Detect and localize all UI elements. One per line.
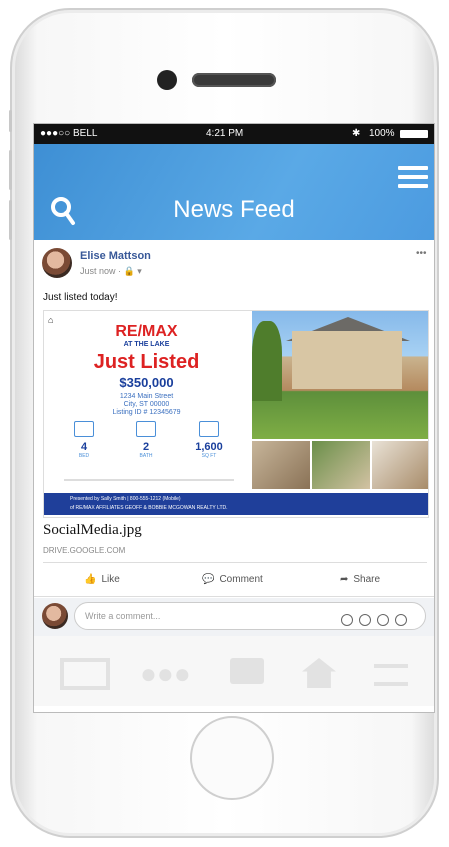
fine-print [64,479,234,481]
avatar [42,603,68,629]
feature-bed: 4 BED [59,421,109,459]
divider [43,562,427,563]
house-photo [252,311,428,439]
post-meta: Just now · 🔒 ▾ [80,266,142,276]
brand-logo: RE/MAX [115,323,178,340]
listing-headline: Just Listed [93,351,200,373]
listing-address-line2: City, ST 00000 [123,401,170,408]
patio-photo [312,441,370,489]
post-text: Just listed today! [43,292,118,303]
bluetooth-icon: ✱ [352,128,361,139]
status-bar: ●●●○○ BELL 4:21 PM ✱ 100% [34,124,434,144]
comment-input[interactable]: Write a comment... [74,602,426,630]
home-button[interactable] [190,716,274,800]
brand-subtitle: AT THE LAKE [123,341,170,348]
attachment-filename[interactable]: SocialMedia.jpg [43,522,142,539]
mute-switch [9,110,12,132]
messages-icon[interactable] [230,658,264,684]
camera-icon[interactable] [359,614,371,626]
like-button[interactable]: 👍 Like [84,574,120,585]
phone-screen: ●●●○○ BELL 4:21 PM ✱ 100% News Feed Elis… [33,123,435,713]
bottom-nav: ●●● [34,636,434,706]
attachment-domain: DRIVE.GOOGLE.COM [43,546,126,555]
bed-icon [74,421,94,437]
hamburger-menu-icon[interactable] [398,166,428,188]
earpiece-speaker [192,73,276,87]
page-title: News Feed [173,196,295,223]
more-menu-icon[interactable] [374,664,408,686]
share-button[interactable]: ➦ Share [340,574,380,585]
clock: 4:21 PM [206,128,244,139]
floorplan-icon [199,421,219,437]
feature-bath: 2 BATH [121,421,171,459]
newsfeed-icon[interactable] [60,658,110,690]
front-camera [157,70,177,90]
avatar[interactable] [42,248,72,278]
agent-banner: Presented by Sally Smith | 800-555-1212 … [44,493,428,515]
listing-flyer: ⌂ RE/MAX AT THE LAKE Just Listed $350,00… [44,311,249,491]
volume-up-button [9,150,12,190]
feature-sqft: 1,600 SQ FT [184,421,234,459]
comment-bar: Write a comment... [34,598,434,638]
carrier-label: ●●●○○ BELL [40,128,98,139]
listing-address-line1: 1234 Main Street [119,393,174,400]
gif-icon[interactable] [377,614,389,626]
battery-icon [400,130,428,138]
share-arrow-icon: ➦ [340,574,349,585]
thumbs-up-icon: 👍 [84,574,97,585]
listing-id: Listing ID # 12345679 [112,409,181,416]
kitchen-photo [372,441,428,489]
comment-button[interactable]: 💬 Comment [202,574,263,585]
post-actions: 👍 Like 💬 Comment ➦ Share [34,570,434,594]
post-author[interactable]: Elise Mattson [80,250,151,262]
listing-image[interactable]: ⌂ RE/MAX AT THE LAKE Just Listed $350,00… [43,310,429,518]
divider [34,596,434,597]
home-icon[interactable] [302,658,336,688]
emoji-icon[interactable] [341,614,353,626]
bath-icon [136,421,156,437]
volume-down-button [9,200,12,240]
battery-percent: 100% [369,128,395,139]
app-header: News Feed [34,144,434,240]
listing-price: $350,000 [119,375,174,390]
speech-bubble-icon: 💬 [202,574,215,585]
friends-icon[interactable]: ●●● [140,658,198,690]
sticker-icon[interactable] [395,614,407,626]
more-options-icon[interactable]: ••• [416,248,427,259]
bedroom-photo [252,441,310,489]
